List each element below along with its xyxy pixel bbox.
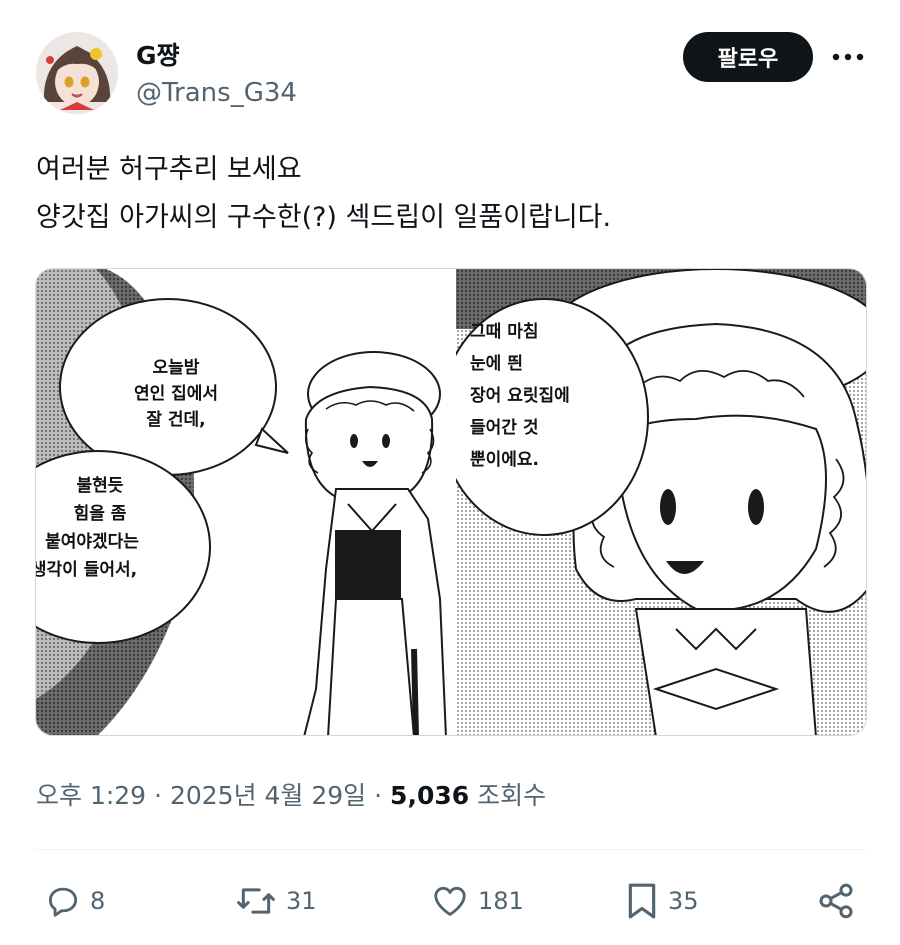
manga-panel-left: 오늘밤 연인 집에서 잘 건데, 불현듯 힘을 좀 붙여야겠다는 생각이 들어서… [36,269,450,735]
speech-text: 붙여야겠다는 [45,532,139,552]
speech-text: 불현듯 [77,476,124,496]
speech-text: 장어 요릿집에 [470,386,570,406]
retweet-button[interactable]: 31 [234,878,317,924]
heart-icon [434,886,466,916]
bookmark-button[interactable]: 35 [624,878,699,924]
avatar[interactable] [36,32,118,114]
speech-text: 생각이 들어서, [36,560,137,580]
retweet-count: 31 [286,887,317,915]
views-label: 조회수 [477,781,547,810]
share-icon [819,883,853,919]
tweet-actions: 8 31 181 35 [36,878,866,924]
tweet-media-image[interactable]: 오늘밤 연인 집에서 잘 건데, 불현듯 힘을 좀 붙여야겠다는 생각이 들어서… [35,268,867,736]
reply-icon [48,887,78,917]
speech-text: 잘 건데, [146,409,205,430]
bookmark-icon [628,883,656,919]
meta-separator: · [374,781,383,810]
manga-panel-right: 그때 마침 눈에 띈 장어 요릿집에 들어간 것 뿐이에요. [456,269,866,735]
tweet-text-line: 여러분 허구추리 보세요 [36,154,302,185]
tweet-date[interactable]: 2025년 4월 29일 [170,781,366,810]
speech-text: 오늘밤 [153,358,200,378]
tweet-meta: 오후 1:29 · 2025년 4월 29일 · 5,036 조회수 [36,776,546,812]
follow-button[interactable]: 팔로우 [683,32,813,82]
views-count: 5,036 [390,781,470,810]
user-handle[interactable]: @Trans_G34 [136,78,297,108]
tweet-time[interactable]: 오후 1:29 [36,781,146,810]
divider [36,849,866,850]
tweet-text-line: 양갓집 아가씨의 구수한(?) 섹드립이 일품이랍니다. [36,202,612,233]
speech-text: 힘을 좀 [74,503,127,524]
speech-text: 들어간 것 [470,418,538,438]
meta-separator: · [154,781,162,810]
speech-text: 뿐이에요. [470,450,539,470]
retweet-icon [237,888,275,914]
speech-text: 연인 집에서 [134,384,218,404]
reply-button[interactable]: 8 [44,878,105,924]
speech-text: 그때 마침 [470,321,538,342]
like-button[interactable]: 181 [430,878,524,924]
more-icon[interactable] [828,42,868,72]
display-name[interactable]: G쨩 [136,36,180,72]
reply-count: 8 [90,887,106,915]
speech-bubble: 그때 마침 눈에 띈 장어 요릿집에 들어간 것 뿐이에요. [456,298,649,536]
share-button[interactable] [816,878,856,924]
tweet-text: 여러분 허구추리 보세요 양갓집 아가씨의 구수한(?) 섹드립이 일품이랍니다… [36,146,866,242]
like-count: 181 [478,887,524,915]
speech-text: 눈에 띈 [470,354,523,374]
bookmark-count: 35 [668,887,699,915]
tweet-header: G쨩 @Trans_G34 팔로우 [36,30,866,120]
